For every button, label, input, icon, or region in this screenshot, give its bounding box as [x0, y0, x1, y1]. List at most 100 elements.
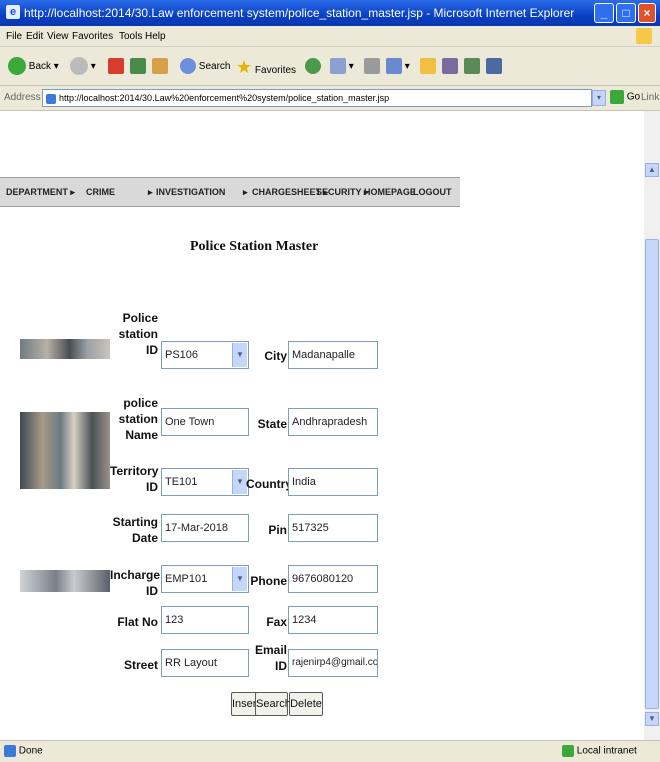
- tool-icon: [486, 58, 502, 75]
- nav-investigation-arrow-icon: ▸: [243, 187, 248, 197]
- print-button[interactable]: [364, 57, 380, 77]
- star-icon: ★: [236, 57, 253, 77]
- menu-tools[interactable]: Tools: [119, 31, 142, 42]
- go-button[interactable]: Go: [610, 90, 640, 104]
- edit-button[interactable]: ▾: [386, 57, 410, 77]
- page-done-icon: [4, 745, 16, 757]
- chevron-down-icon: ▼: [232, 470, 247, 494]
- phone-label: Phone: [250, 574, 287, 588]
- city-label: City: [264, 349, 287, 363]
- police-station-id-label: Police station ID: [118, 311, 158, 357]
- menu-view[interactable]: View: [47, 31, 69, 42]
- mail-icon: [330, 58, 346, 75]
- pin-input[interactable]: 517325: [288, 514, 378, 542]
- menu-file[interactable]: File: [6, 31, 22, 42]
- nav-crime[interactable]: CRIME: [86, 178, 115, 206]
- address-input[interactable]: http://localhost:2014/30.Law%20enforceme…: [42, 89, 592, 107]
- pin-label: Pin: [268, 523, 287, 537]
- flat-no-input[interactable]: 123: [161, 606, 249, 634]
- nav-security[interactable]: SECURITY ▸: [316, 178, 368, 206]
- police-station-id-select[interactable]: PS106 ▼: [161, 341, 249, 369]
- phone-input[interactable]: 9676080120: [288, 565, 378, 593]
- nav-department[interactable]: DEPARTMENT ▸: [6, 178, 75, 206]
- street-input[interactable]: RR Layout: [161, 649, 249, 677]
- menu-edit[interactable]: Edit: [26, 31, 43, 42]
- police-photo-3: [20, 570, 110, 592]
- research-icon: [442, 58, 458, 75]
- scroll-thumb[interactable]: [645, 239, 659, 709]
- police-station-name-input[interactable]: One Town: [161, 408, 249, 436]
- country-input[interactable]: India: [288, 468, 378, 496]
- chevron-down-icon: ▼: [232, 567, 247, 591]
- back-arrow-icon: [8, 57, 26, 76]
- favorites-button[interactable]: ★ Favorites: [236, 57, 296, 77]
- police-photo-1: [20, 339, 110, 359]
- email-input[interactable]: rajenirp4@gmail.com: [288, 649, 378, 677]
- folder-button[interactable]: [420, 57, 436, 77]
- fax-input[interactable]: 1234: [288, 606, 378, 634]
- stop-button[interactable]: [108, 57, 124, 77]
- history-button[interactable]: [305, 57, 321, 77]
- maximize-icon[interactable]: □: [616, 3, 636, 23]
- go-arrow-icon: [610, 90, 624, 104]
- fax-label: Fax: [266, 615, 287, 629]
- home-icon: [152, 58, 168, 75]
- ie-logo-icon: e: [6, 5, 20, 19]
- page-content: DEPARTMENT ▸ CRIME ▸ INVESTIGATION ▸ CHA…: [0, 111, 644, 740]
- minimize-icon[interactable]: _: [594, 3, 614, 23]
- forward-arrow-icon: [70, 57, 88, 76]
- insert-button[interactable]: Insert: [231, 692, 260, 716]
- window-titlebar: e http://localhost:2014/30.Law enforceme…: [0, 0, 660, 26]
- territory-id-label: Territory ID: [110, 464, 159, 494]
- tool-button[interactable]: [486, 57, 502, 77]
- window-title: http://localhost:2014/30.Law enforcement…: [24, 6, 575, 20]
- mail-button[interactable]: ▾: [330, 57, 354, 77]
- toolbar: Back ▾ ▾ Search ★ Favorites ▾ ▾: [0, 47, 660, 86]
- state-input[interactable]: Andhrapradesh: [288, 408, 378, 436]
- stop-icon: [108, 58, 124, 75]
- intranet-icon: [562, 745, 574, 757]
- messenger-icon: [464, 58, 480, 75]
- home-button[interactable]: [152, 57, 168, 77]
- links-button[interactable]: Links: [641, 92, 660, 103]
- starting-date-label: Starting Date: [112, 515, 158, 545]
- history-icon: [305, 58, 321, 75]
- city-input[interactable]: Madanapalle: [288, 341, 378, 369]
- page-title: Police Station Master: [190, 239, 319, 254]
- nav-investigation[interactable]: INVESTIGATION: [156, 178, 225, 206]
- territory-id-select[interactable]: TE101 ▼: [161, 468, 249, 496]
- police-photo-2: [20, 412, 110, 489]
- address-label: Address: [4, 92, 41, 103]
- incharge-id-select[interactable]: EMP101 ▼: [161, 565, 249, 593]
- folder-icon: [420, 58, 436, 75]
- scroll-down-icon[interactable]: ▼: [645, 712, 659, 726]
- street-label: Street: [123, 658, 158, 672]
- nav-homepage[interactable]: HOMEPAGE: [364, 178, 416, 206]
- menu-favorites[interactable]: Favorites: [72, 31, 113, 42]
- forward-button[interactable]: ▾: [70, 57, 96, 77]
- edit-icon: [386, 58, 402, 75]
- delete-button[interactable]: Delete: [289, 692, 323, 716]
- menu-help[interactable]: Help: [145, 31, 166, 42]
- nav-logout[interactable]: LOGOUT: [413, 178, 452, 206]
- refresh-button[interactable]: [130, 57, 146, 77]
- search-button-form[interactable]: Search: [255, 692, 291, 716]
- scroll-up-icon[interactable]: ▲: [645, 163, 659, 177]
- address-dropdown-icon[interactable]: ▾: [592, 90, 606, 106]
- back-button[interactable]: Back ▾: [8, 57, 59, 77]
- incharge-id-label: Incharge ID: [110, 568, 161, 598]
- close-icon[interactable]: ×: [638, 3, 656, 23]
- windows-flag-icon: [636, 28, 652, 44]
- page-icon: [46, 93, 56, 104]
- starting-date-input[interactable]: 17-Mar-2018: [161, 514, 249, 542]
- research-button[interactable]: [442, 57, 458, 77]
- address-bar: Address http://localhost:2014/30.Law%20e…: [0, 86, 660, 111]
- vertical-scrollbar[interactable]: ▲ ▼: [644, 111, 660, 740]
- nav-bar: DEPARTMENT ▸ CRIME ▸ INVESTIGATION ▸ CHA…: [0, 177, 460, 207]
- menu-bar: File Edit View Favorites Tools Help: [0, 26, 660, 47]
- messenger-button[interactable]: [464, 57, 480, 77]
- print-icon: [364, 58, 380, 75]
- email-label: Email ID: [254, 643, 287, 673]
- search-button[interactable]: Search: [180, 57, 230, 77]
- chevron-down-icon: ▼: [232, 343, 247, 367]
